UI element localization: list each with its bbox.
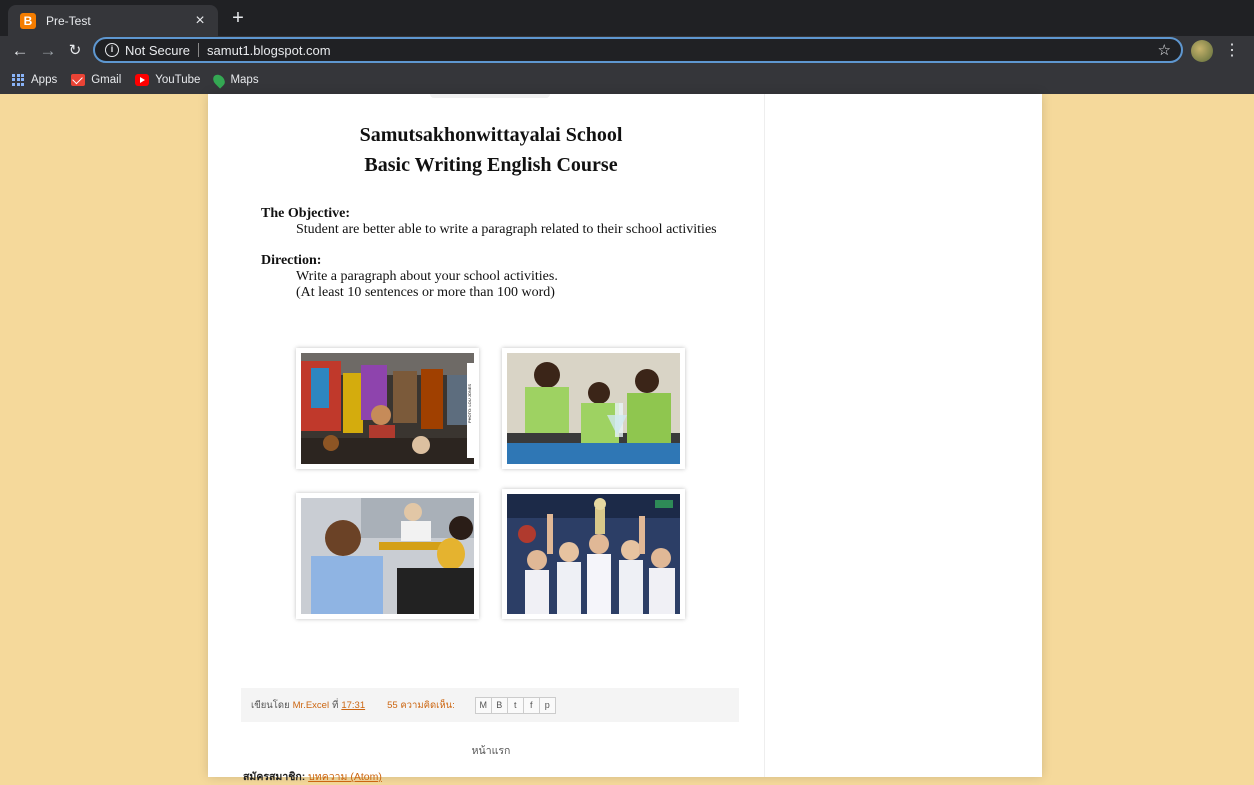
share-buttons: M B t f p	[474, 696, 556, 714]
star-icon[interactable]: ☆	[1158, 41, 1171, 59]
youtube-icon	[135, 74, 150, 86]
art-class-image: PHOTO: LOU JONES	[301, 353, 474, 464]
course-title: Basic Writing English Course	[364, 154, 618, 176]
subscribe-label: สมัครสมาชิก:	[243, 771, 306, 783]
sports-team-image	[507, 494, 680, 614]
tab-close-icon[interactable]: ×	[192, 12, 208, 30]
post-footer: เขียนโดย Mr.Excel ที่ 17:31 55 ความคิดเห…	[241, 688, 739, 722]
forward-icon[interactable]: →	[36, 39, 60, 63]
posted-by-label: เขียนโดย	[251, 699, 290, 711]
divider	[198, 43, 200, 57]
security-label: Not Secure	[125, 42, 191, 58]
twitter-share-icon[interactable]: t	[507, 697, 524, 713]
science-class-image	[507, 353, 680, 464]
apps-icon	[12, 73, 25, 87]
page-background: Samutsakhonwittayalai School Basic Writi…	[0, 94, 1254, 783]
comments-link[interactable]: 55 ความคิดเห็น:	[387, 698, 455, 713]
top-tab-decoration	[430, 94, 550, 98]
direction-line-1: Write a paragraph about your school acti…	[296, 269, 558, 284]
bookmark-label: Apps	[31, 74, 58, 86]
tab-title: Pre-Test	[46, 13, 91, 28]
browser-tab[interactable]: B Pre-Test ×	[8, 5, 218, 36]
at-label: ที่	[332, 699, 339, 711]
email-share-icon[interactable]: M	[475, 697, 492, 713]
reload-icon[interactable]: ↻	[63, 39, 87, 63]
bookmark-gmail[interactable]: Gmail	[71, 74, 121, 86]
photo-sports-team[interactable]	[502, 489, 685, 619]
sidebar	[765, 94, 1042, 777]
bookmark-maps[interactable]: Maps	[211, 71, 259, 89]
address-bar[interactable]: i Not Secure samut1.blogspot.com ☆	[93, 37, 1183, 63]
url-text[interactable]: samut1.blogspot.com	[207, 43, 1158, 58]
author-link[interactable]: Mr.Excel	[293, 700, 329, 711]
gmail-icon	[71, 74, 86, 86]
objective-text: Student are better able to write a parag…	[296, 222, 717, 237]
bookmark-label: Gmail	[91, 74, 122, 86]
direction-label: Direction:	[261, 253, 322, 268]
direction-line-2: (At least 10 sentences or more than 100 …	[296, 285, 555, 300]
tab-bar: B Pre-Test × +	[0, 0, 1254, 36]
pinterest-share-icon[interactable]: p	[539, 697, 555, 713]
photo-science-class[interactable]	[502, 348, 685, 469]
home-link[interactable]: หน้าแรก	[208, 742, 774, 759]
new-tab-button[interactable]: +	[228, 7, 248, 29]
blogger-share-icon[interactable]: B	[491, 697, 508, 713]
info-icon[interactable]: i	[105, 43, 119, 57]
bookmark-youtube[interactable]: YouTube	[135, 74, 200, 86]
browser-toolbar: ← → ↻ i Not Secure samut1.blogspot.com ☆…	[0, 36, 1254, 66]
facebook-share-icon[interactable]: f	[523, 697, 540, 713]
objective-label: The Objective:	[261, 206, 351, 221]
post-heading: Samutsakhonwittayalai School Basic Writi…	[208, 120, 774, 180]
bookmark-label: Maps	[230, 74, 259, 86]
photo-music-class[interactable]	[296, 493, 479, 619]
school-title: Samutsakhonwittayalai School	[359, 124, 623, 146]
bookmark-apps[interactable]: Apps	[12, 73, 58, 87]
bookmark-label: YouTube	[155, 74, 201, 86]
main-column: Samutsakhonwittayalai School Basic Writi…	[208, 94, 765, 783]
atom-feed-link[interactable]: บทความ (Atom)	[308, 771, 382, 783]
blogger-favicon-icon: B	[20, 12, 36, 29]
direction-section: Direction: Write a paragraph about your …	[261, 253, 558, 301]
timestamp-link[interactable]: 17:31	[341, 700, 365, 711]
profile-avatar-icon[interactable]	[1191, 40, 1213, 62]
back-icon[interactable]: ←	[8, 39, 32, 63]
maps-icon	[211, 71, 228, 89]
menu-kebab-icon[interactable]: ⋮	[1222, 39, 1242, 63]
objective-section: The Objective: Student are better able t…	[261, 206, 717, 238]
blog-container: Samutsakhonwittayalai School Basic Writi…	[208, 94, 1042, 783]
bookmarks-bar: Apps Gmail YouTube Maps	[0, 66, 1254, 95]
photo-art-class[interactable]: PHOTO: LOU JONES	[296, 348, 479, 469]
photo-credit-text: PHOTO: LOU JONES	[467, 384, 472, 423]
music-class-image	[301, 498, 474, 614]
